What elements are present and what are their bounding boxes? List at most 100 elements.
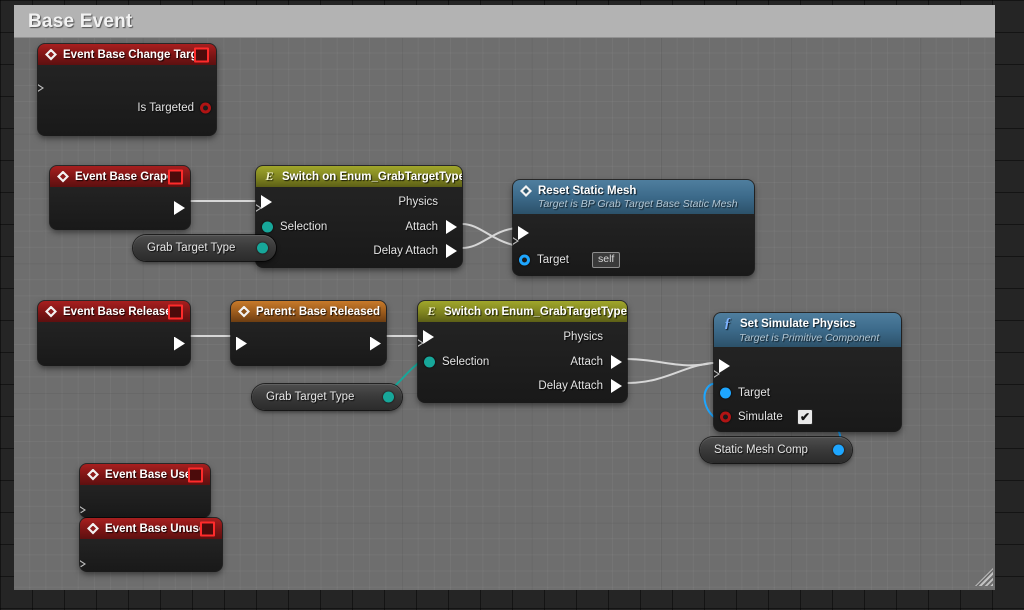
pin-label-physics: Physics bbox=[563, 331, 603, 343]
node-body bbox=[80, 485, 210, 517]
pin-row-exec-in-physics: Physics bbox=[256, 189, 462, 215]
delegate-output-pin[interactable] bbox=[200, 521, 215, 536]
delegate-output-pin[interactable] bbox=[168, 304, 183, 319]
node-set-simulate-physics[interactable]: ƒ Set Simulate Physics Target is Primiti… bbox=[714, 313, 901, 431]
pin-row-exec bbox=[513, 218, 754, 248]
pin-row-delay-attach: Delay Attach bbox=[256, 239, 462, 263]
pin-row-simulate: Simulate ✔ bbox=[714, 405, 901, 429]
pin-row-exec-out bbox=[80, 485, 210, 517]
bool-output-pin[interactable] bbox=[200, 102, 211, 114]
exec-output-pin-attach[interactable] bbox=[446, 220, 457, 234]
exec-output-pin-delay-attach[interactable] bbox=[611, 379, 622, 393]
event-diamond-icon bbox=[57, 170, 69, 183]
node-body bbox=[38, 322, 190, 365]
node-title: Event Base Graped bbox=[75, 170, 181, 183]
exec-output-pin[interactable] bbox=[80, 503, 86, 517]
node-event-base-used[interactable]: Event Base Used bbox=[80, 464, 210, 517]
delegate-output-pin[interactable] bbox=[194, 47, 209, 62]
node-body bbox=[80, 539, 222, 571]
node-body: Target Simulate ✔ bbox=[714, 347, 901, 431]
node-header: Event Base Graped bbox=[50, 166, 190, 187]
node-title: Set Simulate Physics bbox=[740, 318, 856, 330]
variable-node-grab-target-type-1[interactable]: Grab Target Type bbox=[133, 235, 276, 261]
delegate-output-pin[interactable] bbox=[168, 169, 183, 184]
object-output-pin[interactable] bbox=[833, 444, 844, 456]
node-header: Event Base Unused bbox=[80, 518, 222, 539]
node-switch-on-enum-grabtargettype-2[interactable]: E Switch on Enum_GrabTargetType Physics … bbox=[418, 301, 627, 402]
exec-output-pin[interactable] bbox=[174, 201, 185, 215]
node-event-base-change-target[interactable]: Event Base Change Target Is Targeted bbox=[38, 44, 216, 135]
enum-output-pin[interactable] bbox=[383, 391, 394, 403]
pin-row-exec bbox=[714, 351, 901, 381]
pin-row-is-targeted: Is Targeted bbox=[38, 95, 216, 121]
variable-label: Grab Target Type bbox=[266, 391, 355, 403]
node-header: Event Base Released bbox=[38, 301, 190, 322]
event-diamond-icon bbox=[45, 48, 57, 61]
node-subtitle: Target is Primitive Component bbox=[739, 331, 880, 344]
node-title: Reset Static Mesh bbox=[538, 185, 637, 197]
node-body: Is Targeted bbox=[38, 65, 216, 135]
node-title: Event Base Unused bbox=[105, 522, 213, 535]
node-title: Switch on Enum_GrabTargetType bbox=[444, 305, 627, 318]
page-title: Base Event bbox=[28, 10, 133, 32]
variable-label: Grab Target Type bbox=[147, 242, 236, 254]
node-header: Reset Static Mesh Target is BP Grab Targ… bbox=[513, 180, 754, 214]
delegate-output-pin[interactable] bbox=[188, 467, 203, 482]
exec-output-pin[interactable] bbox=[714, 367, 720, 381]
exec-input-pin[interactable] bbox=[261, 195, 272, 209]
exec-output-pin-physics[interactable] bbox=[418, 336, 424, 350]
pin-row-exec bbox=[231, 322, 386, 365]
variable-node-grab-target-type-2[interactable]: Grab Target Type bbox=[252, 384, 402, 410]
exec-input-pin[interactable] bbox=[719, 359, 730, 373]
event-diamond-icon bbox=[87, 468, 99, 481]
exec-output-pin[interactable] bbox=[38, 81, 44, 95]
bool-input-pin-simulate[interactable] bbox=[720, 411, 731, 423]
exec-output-pin[interactable] bbox=[80, 557, 86, 571]
exec-output-pin-delay-attach[interactable] bbox=[446, 244, 457, 258]
exec-input-pin[interactable] bbox=[236, 336, 247, 351]
pin-label-simulate: Simulate bbox=[738, 411, 783, 423]
exec-input-pin[interactable] bbox=[423, 330, 434, 344]
pin-label-target: Target bbox=[537, 254, 569, 266]
exec-output-pin[interactable] bbox=[174, 336, 185, 351]
object-input-pin-target[interactable] bbox=[519, 254, 530, 266]
node-body bbox=[50, 187, 190, 229]
node-event-base-graped[interactable]: Event Base Graped bbox=[50, 166, 190, 229]
pin-row-exec-out bbox=[38, 65, 216, 95]
node-title: Event Base Used bbox=[105, 468, 199, 481]
pin-row-exec-out bbox=[80, 539, 222, 571]
object-input-pin-target[interactable] bbox=[720, 387, 731, 399]
node-event-base-unused[interactable]: Event Base Unused bbox=[80, 518, 222, 571]
enum-icon: E bbox=[265, 169, 274, 183]
exec-input-pin[interactable] bbox=[518, 226, 529, 240]
exec-output-pin[interactable] bbox=[513, 234, 519, 248]
node-body: Physics Selection Attach Delay Attach bbox=[418, 322, 627, 402]
simulate-checkbox[interactable]: ✔ bbox=[797, 409, 813, 425]
exec-output-pin-physics[interactable] bbox=[256, 201, 262, 215]
variable-label: Static Mesh Comp bbox=[714, 444, 808, 456]
node-event-base-released[interactable]: Event Base Released bbox=[38, 301, 190, 365]
node-header: Event Base Change Target bbox=[38, 44, 216, 65]
pin-row-target: Target self bbox=[513, 248, 754, 272]
variable-node-static-mesh-comp[interactable]: Static Mesh Comp bbox=[700, 437, 852, 463]
node-switch-on-enum-grabtargettype-1[interactable]: E Switch on Enum_GrabTargetType Physics … bbox=[256, 166, 462, 267]
node-body: Target self bbox=[513, 214, 754, 275]
event-diamond-icon bbox=[520, 185, 532, 197]
pin-label-is-targeted: Is Targeted bbox=[137, 102, 194, 114]
target-value-field[interactable]: self bbox=[592, 252, 621, 268]
pin-row-exec-in-physics: Physics bbox=[418, 324, 627, 350]
pin-label-delay-attach: Delay Attach bbox=[538, 380, 603, 392]
exec-output-pin-attach[interactable] bbox=[611, 355, 622, 369]
enum-input-pin-selection[interactable] bbox=[262, 221, 273, 233]
node-title: Parent: Base Released bbox=[256, 305, 381, 318]
enum-input-pin-selection[interactable] bbox=[424, 356, 435, 368]
enum-output-pin[interactable] bbox=[257, 242, 268, 254]
exec-output-pin[interactable] bbox=[370, 336, 381, 351]
pin-label-physics: Physics bbox=[398, 196, 438, 208]
node-parent-base-released[interactable]: Parent: Base Released bbox=[231, 301, 386, 365]
pin-row-selection-attach: Selection Attach bbox=[256, 215, 462, 239]
node-reset-static-mesh[interactable]: Reset Static Mesh Target is BP Grab Targ… bbox=[513, 180, 754, 275]
node-subtitle: Target is BP Grab Target Base Static Mes… bbox=[538, 198, 738, 210]
pin-row-exec-out bbox=[50, 187, 190, 229]
graph-title-bar: Base Event bbox=[14, 5, 995, 38]
